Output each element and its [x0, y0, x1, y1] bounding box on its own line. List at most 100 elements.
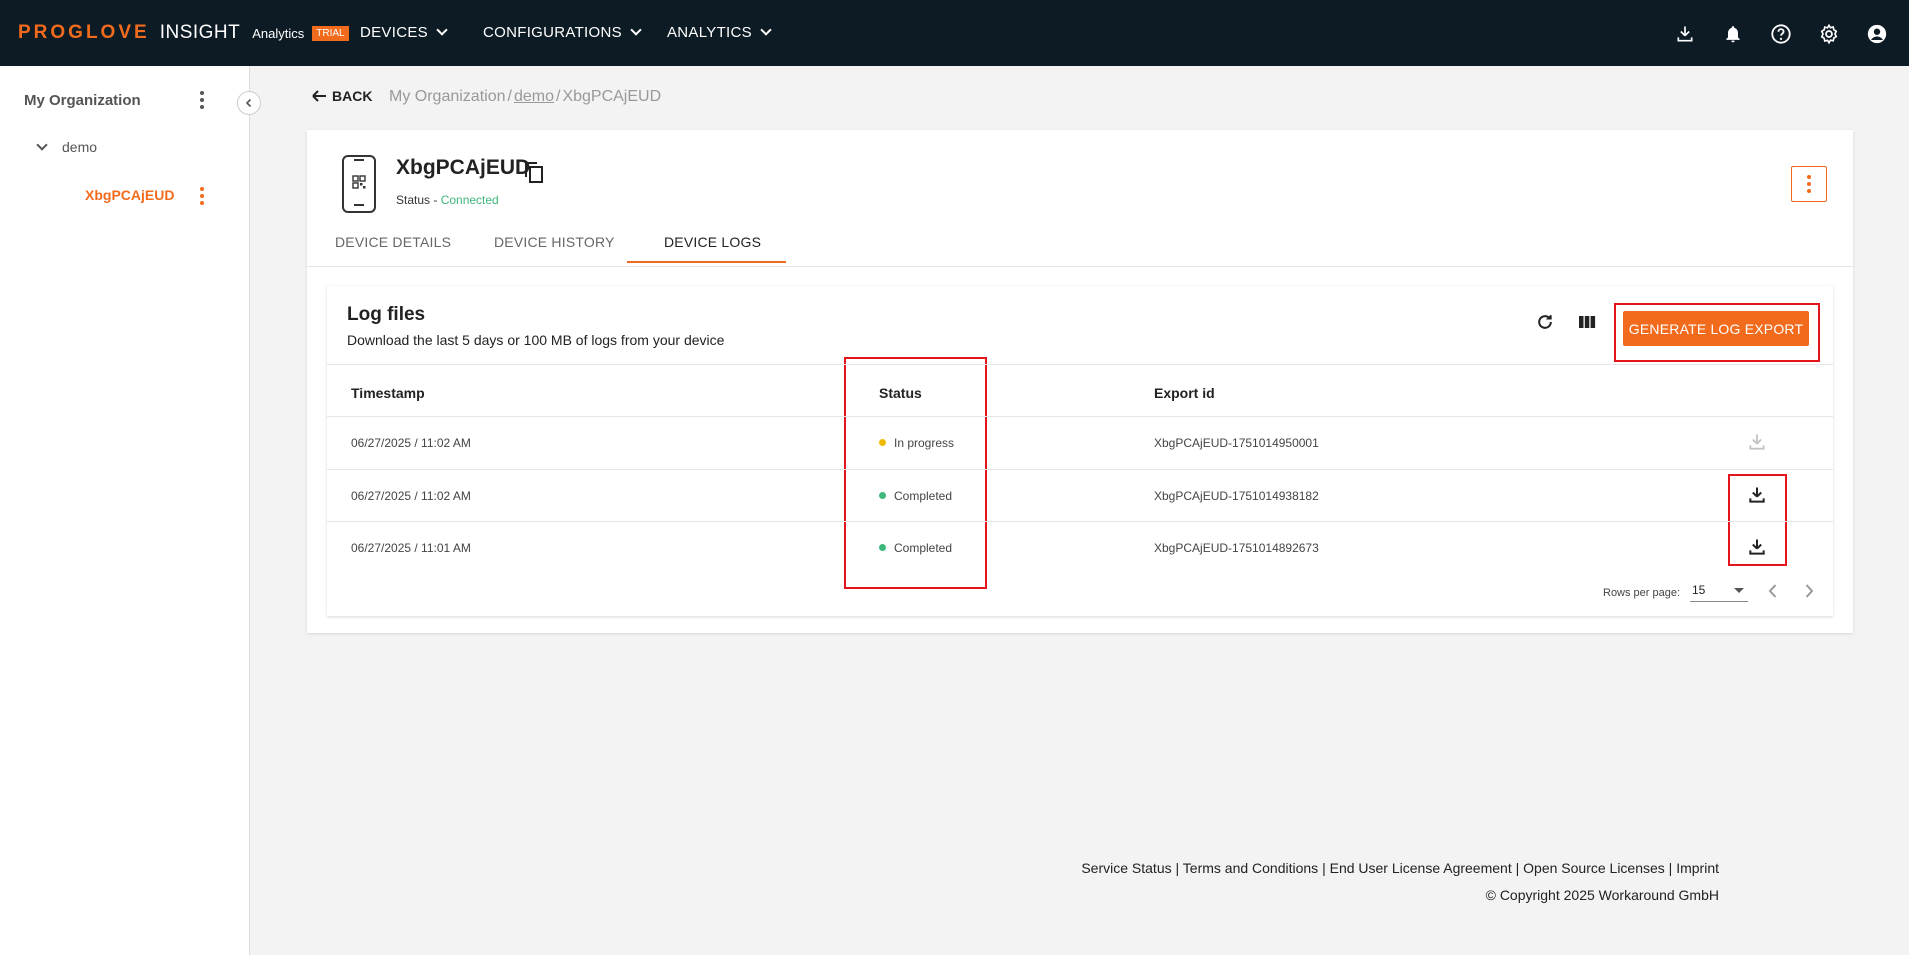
download-icon[interactable] — [1673, 22, 1697, 46]
account-icon[interactable] — [1865, 22, 1889, 46]
row-status-label: Completed — [894, 489, 953, 503]
chevron-left-icon — [245, 98, 252, 108]
device-status: Status - Connected — [396, 193, 499, 207]
sidebar-item-demo[interactable]: demo — [36, 139, 98, 155]
sidebar-item-my-organization[interactable]: My Organization — [24, 92, 141, 109]
sidebar: My Organization demo XbgPCAjEUD — [0, 66, 250, 955]
collapse-sidebar-button[interactable] — [237, 91, 261, 115]
rows-per-page-select[interactable]: 15 — [1690, 580, 1748, 602]
table-row: 06/27/2025 / 11:01 AM Completed XbgPCAjE… — [327, 522, 1833, 574]
status-dot — [879, 544, 886, 552]
rows-per-page-value: 15 — [1692, 583, 1706, 597]
top-icons — [1673, 22, 1889, 46]
nav-devices[interactable]: DEVICES — [360, 24, 448, 41]
footer-link-eula[interactable]: End User License Agreement — [1330, 860, 1512, 876]
tab-device-history[interactable]: DEVICE HISTORY — [494, 234, 615, 250]
chevron-right-icon — [1805, 584, 1814, 598]
row-timestamp: 06/27/2025 / 11:01 AM — [351, 541, 471, 555]
table-row: 06/27/2025 / 11:02 AM Completed XbgPCAjE… — [327, 470, 1833, 522]
device-status-value: Connected — [440, 193, 499, 207]
footer-separator: | — [1171, 860, 1183, 876]
column-header-export-id: Export id — [1154, 385, 1215, 401]
row-status-label: Completed — [894, 541, 953, 555]
column-header-status: Status — [879, 385, 922, 401]
footer-link-imprint[interactable]: Imprint — [1676, 860, 1719, 876]
columns-icon[interactable] — [1577, 312, 1597, 337]
arrow-left-icon — [312, 90, 326, 102]
panel-title: Log files — [347, 304, 426, 325]
download-icon-disabled — [1747, 432, 1767, 457]
refresh-icon[interactable] — [1535, 312, 1555, 337]
brand-logo[interactable]: PROGLOVE INSIGHT Analytics TRIAL — [18, 22, 349, 44]
row-status-label: In progress — [894, 436, 955, 450]
row-status: In progress — [879, 436, 954, 450]
next-page-button[interactable] — [1801, 582, 1817, 605]
back-button[interactable]: BACK — [310, 88, 372, 104]
caret-down-icon — [1734, 588, 1744, 593]
footer-link-service-status[interactable]: Service Status — [1081, 860, 1171, 876]
chevron-down-icon — [436, 24, 448, 36]
log-files-panel: Log files Download the last 5 days or 10… — [327, 286, 1833, 616]
generate-log-export-button[interactable]: GENERATE LOG EXPORT — [1623, 311, 1809, 346]
breadcrumb-org: My Organization — [389, 88, 506, 105]
nav-analytics-label: ANALYTICS — [667, 24, 752, 41]
brand-insight: INSIGHT — [159, 22, 241, 43]
nav-devices-label: DEVICES — [360, 24, 428, 41]
breadcrumb-demo[interactable]: demo — [514, 88, 554, 105]
breadcrumb-device: XbgPCAjEUD — [562, 88, 662, 105]
footer-separator: | — [1511, 860, 1524, 876]
row-timestamp: 06/27/2025 / 11:02 AM — [351, 436, 471, 450]
row-export-id: XbgPCAjEUD-1751014938182 — [1154, 489, 1319, 503]
footer-link-terms[interactable]: Terms and Conditions — [1183, 860, 1318, 876]
download-icon[interactable] — [1747, 485, 1767, 510]
sidebar-item-device[interactable]: XbgPCAjEUD — [85, 187, 174, 203]
phone-icon — [341, 154, 377, 219]
chevron-down-icon — [630, 24, 642, 36]
sidebar-item-demo-label: demo — [62, 139, 98, 155]
footer-links: Service Status | Terms and Conditions | … — [1081, 860, 1719, 876]
device-actions-button[interactable] — [1791, 166, 1827, 202]
download-icon[interactable] — [1747, 537, 1767, 562]
status-dot — [879, 439, 886, 447]
tabs-divider — [307, 266, 1853, 267]
row-status: Completed — [879, 489, 952, 503]
chevron-down-icon — [760, 24, 772, 36]
device-menu-icon[interactable] — [192, 186, 212, 206]
brand-analytics: Analytics — [252, 25, 305, 41]
nav-analytics[interactable]: ANALYTICS — [667, 24, 772, 41]
brand-proglove: PROGLOVE — [18, 22, 150, 43]
row-export-id: XbgPCAjEUD-1751014950001 — [1154, 436, 1319, 450]
active-tab-indicator — [627, 261, 786, 263]
column-header-timestamp: Timestamp — [351, 385, 425, 401]
copy-icon[interactable] — [523, 160, 545, 189]
chevron-left-icon — [1768, 584, 1777, 598]
bell-icon[interactable] — [1721, 22, 1745, 46]
footer-link-open-source[interactable]: Open Source Licenses — [1523, 860, 1665, 876]
previous-page-button[interactable] — [1765, 582, 1781, 605]
breadcrumb-separator: / — [507, 88, 512, 105]
top-bar: PROGLOVE INSIGHT Analytics TRIAL DEVICES… — [0, 0, 1909, 66]
device-title: XbgPCAjEUD — [396, 156, 531, 179]
device-status-label: Status - — [396, 193, 441, 207]
gear-icon[interactable] — [1817, 22, 1841, 46]
footer-separator: | — [1318, 860, 1330, 876]
organization-menu-icon[interactable] — [192, 90, 212, 110]
tab-device-logs[interactable]: DEVICE LOGS — [664, 234, 761, 250]
trial-badge: TRIAL — [312, 25, 349, 41]
device-card: XbgPCAjEUD Status - Connected DEVICE DET… — [307, 130, 1853, 633]
footer-copyright: © Copyright 2025 Workaround GmbH — [1485, 887, 1719, 903]
tab-device-details[interactable]: DEVICE DETAILS — [335, 234, 451, 250]
breadcrumb-separator: / — [555, 88, 561, 105]
chevron-down-icon[interactable] — [36, 139, 48, 151]
nav-configurations-label: CONFIGURATIONS — [483, 24, 622, 41]
breadcrumb: My Organization / demo / XbgPCAjEUD — [389, 88, 661, 106]
nav-configurations[interactable]: CONFIGURATIONS — [483, 24, 642, 41]
row-export-id: XbgPCAjEUD-1751014892673 — [1154, 541, 1319, 555]
panel-subtitle: Download the last 5 days or 100 MB of lo… — [347, 332, 725, 348]
status-dot — [879, 492, 886, 500]
row-status: Completed — [879, 541, 952, 555]
table-divider — [327, 364, 1833, 365]
table-row: 06/27/2025 / 11:02 AM In progress XbgPCA… — [327, 417, 1833, 469]
help-icon[interactable] — [1769, 22, 1793, 46]
rows-per-page-label: Rows per page: — [1603, 587, 1681, 599]
